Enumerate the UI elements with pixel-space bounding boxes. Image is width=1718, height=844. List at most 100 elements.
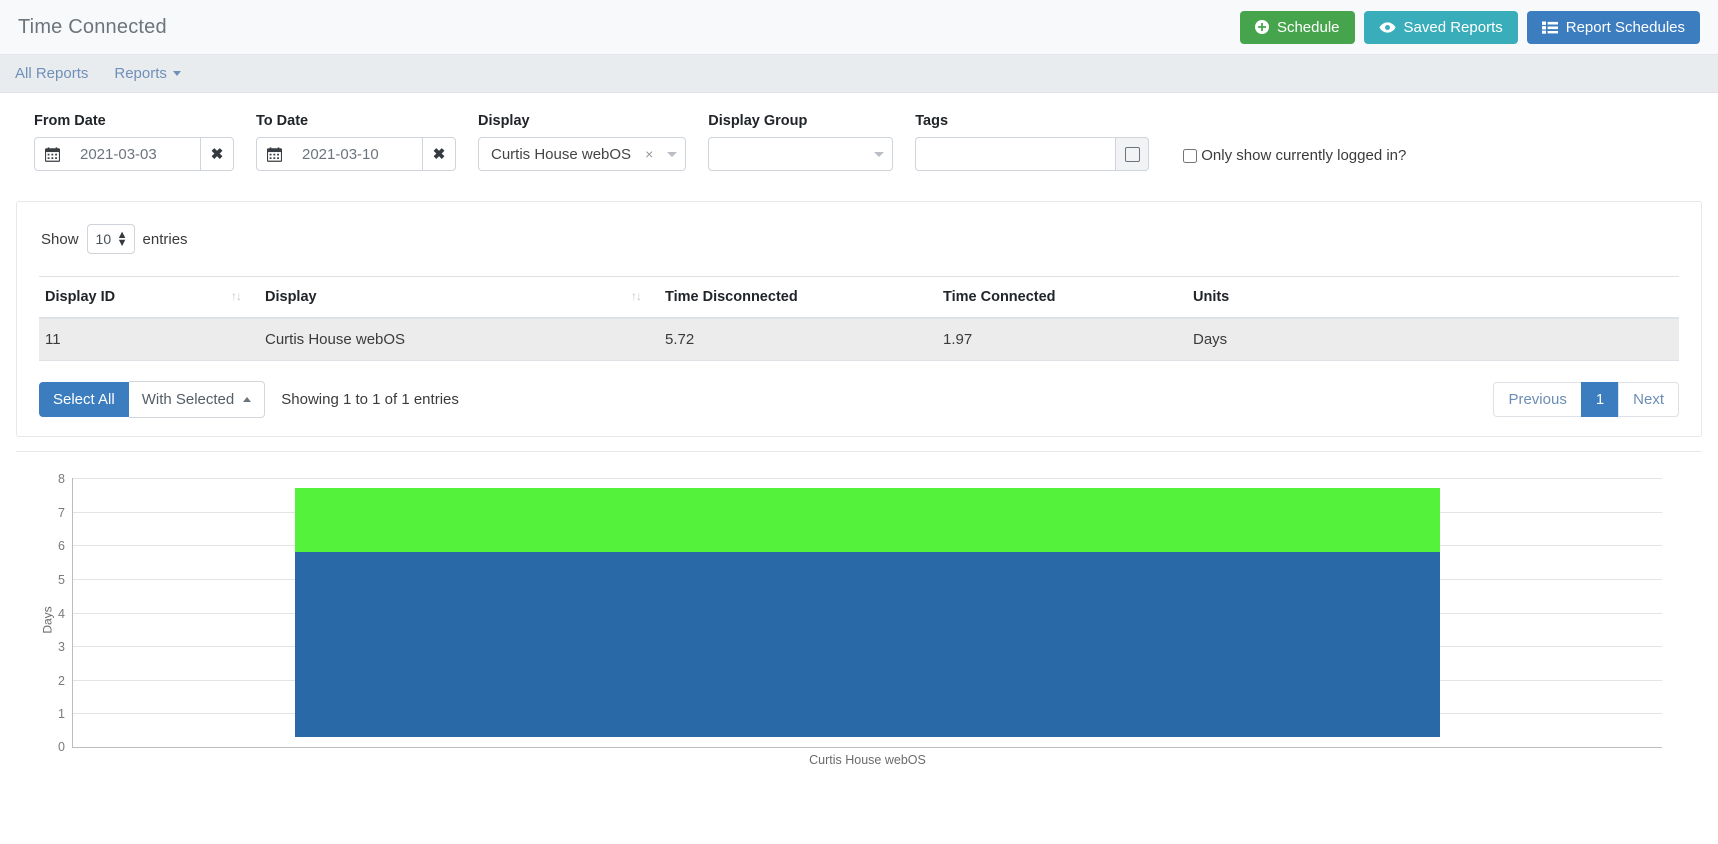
schedule-button[interactable]: Schedule [1240,11,1355,44]
with-selected-button[interactable]: With Selected [129,381,266,418]
column-header-display-id-label: Display ID [45,289,115,305]
to-date-label: To Date [256,113,456,129]
display-group-group: Display Group [708,113,893,171]
pagination-previous[interactable]: Previous [1493,382,1580,417]
to-date-group: To Date ✖ [256,113,456,171]
nav-item-all-reports-label: All Reports [15,65,88,82]
only-logged-in-group: Only show currently logged in? [1183,147,1406,171]
display-group: Display Curtis House webOS × [478,113,686,171]
table-footer: Select All With Selected Showing 1 to 1 … [39,381,1679,418]
column-header-time-disconnected-label: Time Disconnected [665,289,798,305]
table-body: 11 Curtis House webOS 5.72 1.97 Days [39,318,1679,361]
page-length-select[interactable]: 10 [87,224,135,254]
to-date-input[interactable] [292,137,422,171]
chart-y-tick-label: 5 [58,573,65,587]
report-schedules-button-label: Report Schedules [1566,20,1685,35]
table-row[interactable]: 11 Curtis House webOS 5.72 1.97 Days [39,318,1679,361]
chart-y-tick-label: 4 [58,607,65,621]
chart-y-tick-label: 7 [58,506,65,520]
square-icon [1125,147,1140,162]
cell-time-connected: 1.97 [937,318,1187,361]
chart-card: Days 012345678Curtis House webOS [16,451,1702,781]
with-selected-button-label: With Selected [142,391,235,408]
pagination-page-1[interactable]: 1 [1581,382,1618,417]
report-table-card: Show 10 ▲▼ entries ↑↓ Display ID ↑↓ Disp… [16,201,1702,437]
chart-y-tick-label: 2 [58,674,65,688]
chart-y-tick-label: 6 [58,539,65,553]
display-label: Display [478,113,686,129]
length-control: Show 10 ▲▼ entries [41,224,1679,254]
eye-icon [1379,21,1396,34]
top-bar-actions: Schedule Saved Reports [1240,11,1700,44]
cell-display-id: 11 [39,318,259,361]
chevron-down-icon [173,71,181,76]
column-header-units: Units [1187,277,1679,319]
tags-label: Tags [915,113,1149,129]
saved-reports-button[interactable]: Saved Reports [1364,11,1518,44]
show-label: Show [41,231,79,248]
saved-reports-button-label: Saved Reports [1404,20,1503,35]
chart-bar-segment[interactable] [295,488,1439,552]
cell-display: Curtis House webOS [259,318,659,361]
entries-label: entries [143,231,188,248]
display-group-select[interactable] [708,137,893,171]
showing-entries-info: Showing 1 to 1 of 1 entries [281,391,459,408]
chart-plot-area: 012345678Curtis House webOS [72,478,1662,748]
from-date-label: From Date [34,113,234,129]
secondary-nav: All Reports Reports [0,55,1718,93]
only-logged-in-label[interactable]: Only show currently logged in? [1201,147,1406,164]
chart-y-tick-label: 1 [58,707,65,721]
chart-y-tick-label: 0 [58,740,65,754]
chart-bar-segment[interactable] [295,552,1439,737]
cell-units: Days [1187,318,1679,361]
chart-y-tick-label: 8 [58,472,65,486]
tags-picker-button[interactable] [1115,137,1149,171]
sort-icon: ↑↓ [631,289,641,303]
chart-x-tick-label: Curtis House webOS [809,753,926,767]
page-title: Time Connected [18,16,167,39]
pagination: Previous 1 Next [1493,382,1679,417]
cell-time-disconnected: 5.72 [659,318,937,361]
column-header-display[interactable]: ↑↓ Display [259,277,659,319]
table-header: ↑↓ Display ID ↑↓ Display Time Disconnect… [39,277,1679,319]
column-header-display-id[interactable]: ↑↓ Display ID [39,277,259,319]
nav-item-all-reports[interactable]: All Reports [15,65,88,82]
column-header-time-disconnected: Time Disconnected [659,277,937,319]
plus-circle-icon [1255,20,1269,34]
sort-icon: ↑↓ [231,289,241,303]
report-table: ↑↓ Display ID ↑↓ Display Time Disconnect… [39,276,1679,361]
calendar-icon[interactable] [256,137,292,171]
chart-y-tick-label: 3 [58,640,65,654]
chart-y-axis-label: Days [41,606,55,633]
nav-item-reports[interactable]: Reports [114,65,181,82]
only-logged-in-checkbox[interactable] [1183,149,1197,163]
report-schedules-button[interactable]: Report Schedules [1527,11,1700,44]
select-all-button[interactable]: Select All [39,382,129,417]
chevron-up-icon [243,397,251,402]
filter-bar: From Date ✖ To Date [0,93,1718,193]
from-date-input[interactable] [70,137,200,171]
column-header-units-label: Units [1193,289,1229,305]
display-select-clear-icon[interactable]: × [639,146,659,162]
calendar-icon[interactable] [34,137,70,171]
from-date-group: From Date ✖ [34,113,234,171]
display-select-value: Curtis House webOS [491,146,631,163]
table-header-row: ↑↓ Display ID ↑↓ Display Time Disconnect… [39,277,1679,319]
to-date-clear-icon[interactable]: ✖ [422,137,456,171]
tags-group: Tags [915,113,1149,171]
nav-item-reports-label: Reports [114,65,167,82]
column-header-display-label: Display [265,289,317,305]
chart-gridline: 8 [73,478,1662,479]
chevron-down-icon [874,152,884,157]
chart-bar[interactable] [295,488,1439,747]
chart: Days 012345678Curtis House webOS [28,470,1690,770]
schedule-button-label: Schedule [1277,20,1340,35]
column-header-time-connected-label: Time Connected [943,289,1056,305]
from-date-clear-icon[interactable]: ✖ [200,137,234,171]
display-group-label: Display Group [708,113,893,129]
display-select[interactable]: Curtis House webOS × [478,137,686,171]
tags-input[interactable] [915,137,1115,171]
column-header-time-connected: Time Connected [937,277,1187,319]
top-bar: Time Connected Schedule Saved Reports [0,0,1718,55]
pagination-next[interactable]: Next [1618,382,1679,417]
